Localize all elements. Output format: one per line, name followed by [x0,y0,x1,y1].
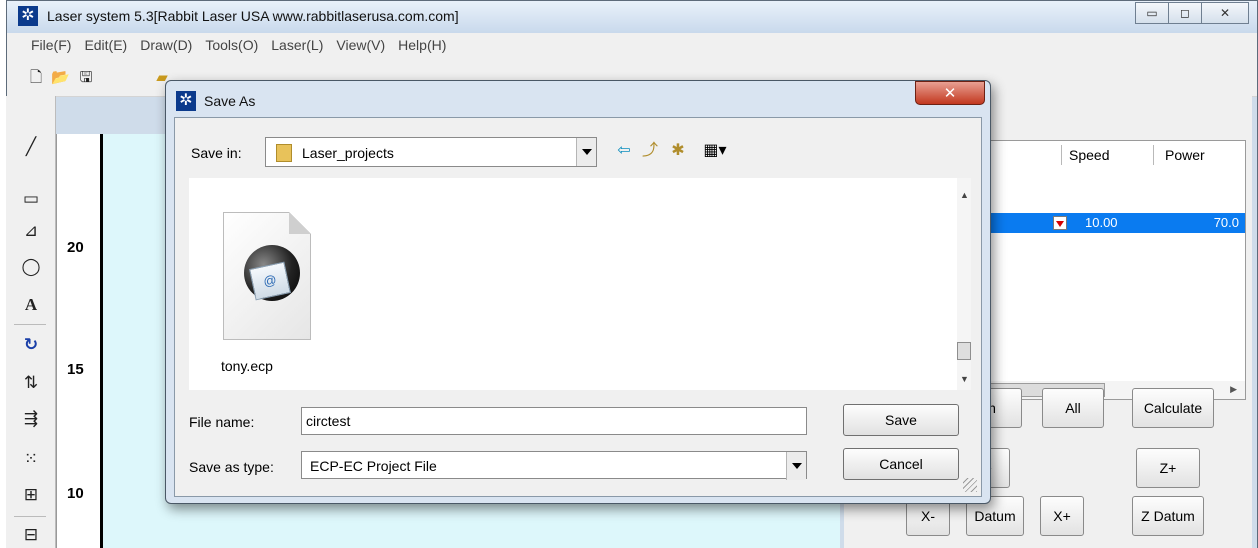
rectangle-tool-icon[interactable]: ▭ [20,188,42,210]
view-menu-icon[interactable]: ▦▾ [697,140,733,162]
file-name-input[interactable] [301,407,807,435]
file-list-view[interactable]: @ tony.ecp ▲ ▼ [189,178,971,390]
select-all-button[interactable]: All [1042,388,1104,428]
ruler-label-20: 20 [67,239,84,256]
maximize-button[interactable]: ◻ [1168,2,1202,24]
new-file-icon[interactable]: 🗋 [27,69,45,87]
minimize-button[interactable]: ▭ [1135,2,1169,24]
cancel-button[interactable]: Cancel [843,448,959,480]
mirror-tool-icon[interactable]: ⇅ [20,372,42,394]
main-window-title: Laser system 5.3[Rabbit Laser USA www.ra… [47,8,459,24]
dialog-body: Save in: Laser_projects ⇦ ⤴ ✱ ▦▾ @ tony.… [174,117,982,497]
file-item[interactable]: @ tony.ecp [213,208,325,386]
grid-tool-icon[interactable]: ⊟ [20,524,42,546]
save-in-label: Save in: [191,145,242,161]
page-fold [289,212,311,234]
ruler-label-10: 10 [67,485,84,502]
save-type-dropdown[interactable]: ECP-EC Project File [301,451,807,480]
align-tool-icon[interactable]: ⇶ [20,408,42,430]
menu-file[interactable]: File(F) [31,37,71,53]
ellipse-tool-icon[interactable]: ◯ [20,256,42,278]
x-plus-button[interactable]: X+ [1040,496,1084,536]
menu-bar: File(F) Edit(E) Draw(D) Tools(O) Laser(L… [7,33,1257,57]
up-folder-icon[interactable]: ⤴ [639,140,661,162]
vertical-ruler: 20 15 10 [56,134,102,548]
scroll-down-icon[interactable]: ▼ [960,374,969,384]
header-divider [1153,145,1154,165]
save-type-value: ECP-EC Project File [310,458,437,474]
power-column-header[interactable]: Power [1165,147,1205,163]
open-folder-icon[interactable]: 📂 [51,69,70,87]
chevron-down-icon[interactable] [576,138,596,166]
close-icon: ✕ [943,85,957,102]
z-plus-button[interactable]: Z+ [1136,448,1200,488]
layer-color-dropdown-icon[interactable] [1053,216,1067,230]
file-name-label: tony.ecp [221,358,273,374]
scroll-up-icon[interactable]: ▲ [960,190,969,200]
layer-power-value: 70.0 [1213,215,1239,230]
node-tool-icon[interactable]: ⁙ [20,448,42,470]
menu-edit[interactable]: Edit(E) [84,37,127,53]
scrollbar-thumb[interactable] [957,342,971,360]
speed-column-header[interactable]: Speed [1069,147,1109,163]
save-disk-icon[interactable]: 🖫 [77,69,95,87]
save-type-label: Save as type: [189,459,274,475]
tools-separator-2 [14,516,46,517]
layer-list[interactable]: Speed Power 10.00 70.0 ▶ [988,140,1246,400]
line-tool-icon[interactable]: ╱ [20,136,42,158]
calculate-button[interactable]: Calculate [1132,388,1214,428]
back-arrow-icon[interactable]: ⇦ [613,140,635,162]
scroll-right-icon[interactable]: ▶ [1230,384,1237,395]
document-icon: @ [223,212,311,340]
ruler-label-15: 15 [67,361,84,378]
polyline-tool-icon[interactable]: ⊿ [20,220,42,242]
save-button[interactable]: Save [843,404,959,436]
save-in-value: Laser_projects [302,145,394,161]
z-datum-button[interactable]: Z Datum [1132,496,1204,536]
rotate-tool-icon[interactable]: ↻ [20,334,42,356]
tools-separator [14,324,46,325]
menu-help[interactable]: Help(H) [398,37,446,53]
dialog-app-icon: ✲ [176,91,196,111]
layer-row[interactable]: 10.00 70.0 [989,213,1245,233]
dialog-close-button[interactable]: ✕ [915,81,985,105]
menu-tools[interactable]: Tools(O) [205,37,258,53]
save-as-dialog: ✲ Save As ✕ Save in: Laser_projects ⇦ ⤴ … [165,80,991,504]
file-name-field-label: File name: [189,414,255,430]
new-folder-icon[interactable]: ✱ [667,140,689,162]
crop-tool-icon[interactable]: ⊞ [20,484,42,506]
main-titlebar: ✲ Laser system 5.3[Rabbit Laser USA www.… [7,1,1257,33]
menu-draw[interactable]: Draw(D) [140,37,192,53]
caption-buttons: ▭ ◻ ✕ [1135,2,1249,24]
layer-speed-value: 10.00 [1085,215,1118,230]
save-in-dropdown[interactable]: Laser_projects [265,137,597,167]
menu-laser[interactable]: Laser(L) [271,37,323,53]
file-vertical-scrollbar[interactable]: ▲ ▼ [957,178,971,390]
chevron-down-icon[interactable] [786,452,806,480]
app-logo-icon: ✲ [18,6,38,26]
folder-icon [276,144,292,162]
maximize-icon: ◻ [1180,6,1190,20]
dialog-title: Save As [204,93,256,109]
text-tool-icon[interactable]: A [20,294,42,316]
drawing-tools-bar: ╱ ▭ ⊿ ◯ A ↻ ⇅ ⇶ ⁙ ⊞ ⊟ [6,96,56,548]
close-window-button[interactable]: ✕ [1201,2,1249,24]
header-divider [1061,145,1062,165]
minimize-icon: ▭ [1146,6,1158,20]
close-icon: ✕ [1219,6,1231,20]
resize-grip-icon[interactable] [963,478,977,492]
menu-view[interactable]: View(V) [336,37,385,53]
